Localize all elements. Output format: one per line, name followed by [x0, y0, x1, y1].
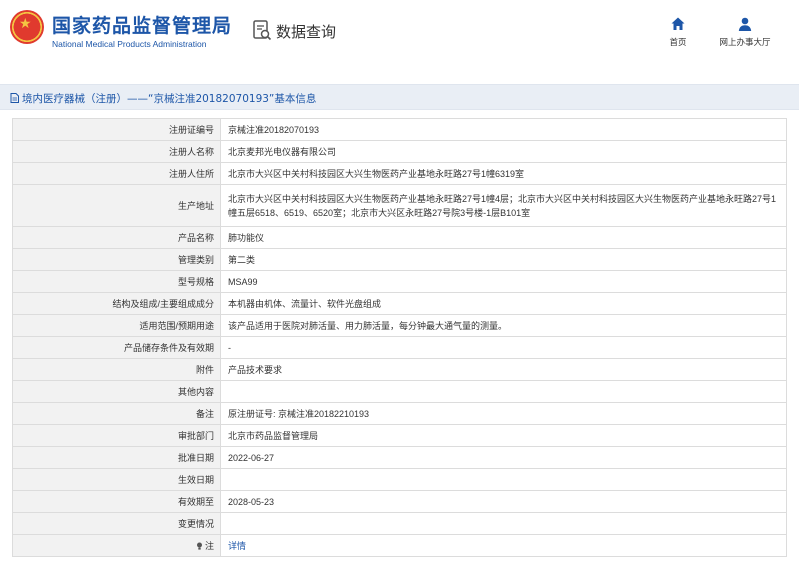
row-label-model-spec: 型号规格 [12, 270, 221, 293]
table-row: 批准日期 2022-06-27 [12, 446, 787, 469]
document-icon [10, 93, 19, 103]
row-label-other: 其他内容 [12, 380, 221, 403]
table-row: 结构及组成/主要组成成分 本机器由机体、流量计、软件光盘组成 [12, 292, 787, 315]
site-title: 国家药品监督管理局 [52, 15, 233, 37]
row-label-attachment: 附件 [12, 358, 221, 381]
table-row: 管理类别 第二类 [12, 248, 787, 271]
table-row: 审批部门 北京市药品监督管理局 [12, 424, 787, 447]
table-row: 其他内容 [12, 380, 787, 403]
user-icon [738, 17, 752, 31]
note-label-text: 注 [204, 540, 214, 551]
row-value-management-class: 第二类 [220, 248, 787, 271]
row-label-approval-dept: 审批部门 [12, 424, 221, 447]
table-row: 生产地址 北京市大兴区中关村科技园区大兴生物医药产业基地永旺路27号1幢4层；北… [12, 184, 787, 227]
row-value-registrant-address: 北京市大兴区中关村科技园区大兴生物医药产业基地永旺路27号1幢6319室 [220, 162, 787, 185]
row-value-model-spec: MSA99 [220, 270, 787, 293]
row-value-approval-dept: 北京市药品监督管理局 [220, 424, 787, 447]
device-detail-table: 注册证编号 京械注准20182070193 注册人名称 北京麦邦光电仪器有限公司… [12, 118, 787, 557]
row-label-remarks: 备注 [12, 402, 221, 425]
table-row: 附件 产品技术要求 [12, 358, 787, 381]
data-query-title: 数据查询 [276, 23, 337, 41]
row-label-intended-use: 适用范围/预期用途 [12, 314, 221, 337]
row-value-storage: - [220, 336, 787, 359]
row-label-management-class: 管理类别 [12, 248, 221, 271]
table-row: 型号规格 MSA99 [12, 270, 787, 293]
table-row: 适用范围/预期用途 该产品适用于医院对肺活量、用力肺活量，每分钟最大通气量的测量… [12, 314, 787, 337]
row-value-product-name: 肺功能仪 [220, 226, 787, 249]
table-row: 产品储存条件及有效期 - [12, 336, 787, 359]
nav-online-hall-label: 网上办事大厅 [719, 37, 771, 47]
table-row: 生效日期 [12, 468, 787, 491]
row-label-registration-number: 注册证编号 [12, 118, 221, 141]
row-value-effective-date [220, 468, 787, 491]
row-value-other [220, 380, 787, 403]
nav-home-link[interactable]: 首页 [662, 16, 694, 48]
row-label-registrant-name: 注册人名称 [12, 140, 221, 163]
table-row: 注册人名称 北京麦邦光电仪器有限公司 [12, 140, 787, 163]
row-label-approval-date: 批准日期 [12, 446, 221, 469]
row-value-note: 详情 [220, 534, 787, 557]
row-label-registrant-address: 注册人住所 [12, 162, 221, 185]
table-row: 变更情况 [12, 512, 787, 535]
breadcrumb-text: 境内医疗器械（注册）——“京械注准20182070193”基本信息 [22, 93, 317, 105]
table-row: 产品名称 肺功能仪 [12, 226, 787, 249]
table-row: 注册人住所 北京市大兴区中关村科技园区大兴生物医药产业基地永旺路27号1幢631… [12, 162, 787, 185]
row-value-structure: 本机器由机体、流量计、软件光盘组成 [220, 292, 787, 315]
row-label-change-history: 变更情况 [12, 512, 221, 535]
row-value-remarks: 原注册证号: 京械注准20182210193 [220, 402, 787, 425]
row-value-registration-number: 京械注准20182070193 [220, 118, 787, 141]
lightbulb-icon [196, 542, 202, 550]
row-value-registrant-name: 北京麦邦光电仪器有限公司 [220, 140, 787, 163]
row-label-production-address: 生产地址 [12, 184, 221, 227]
row-label-effective-date: 生效日期 [12, 468, 221, 491]
row-value-attachment: 产品技术要求 [220, 358, 787, 381]
table-row: 注 详情 [12, 534, 787, 557]
table-row: 有效期至 2028-05-23 [12, 490, 787, 513]
site-subtitle: National Medical Products Administration [52, 39, 207, 49]
row-label-structure: 结构及组成/主要组成成分 [12, 292, 221, 315]
breadcrumb: 境内医疗器械（注册）——“京械注准20182070193”基本信息 [0, 84, 799, 110]
data-query-icon [253, 20, 272, 41]
nav-online-hall-link[interactable]: 网上办事大厅 [712, 16, 778, 48]
table-row: 备注 原注册证号: 京械注准20182210193 [12, 402, 787, 425]
row-value-approval-date: 2022-06-27 [220, 446, 787, 469]
nav-home-label: 首页 [669, 37, 687, 47]
star-icon: ★ [19, 15, 32, 31]
details-link[interactable]: 详情 [228, 541, 246, 551]
home-icon [671, 17, 685, 30]
row-label-product-name: 产品名称 [12, 226, 221, 249]
row-value-intended-use: 该产品适用于医院对肺活量、用力肺活量，每分钟最大通气量的测量。 [220, 314, 787, 337]
row-value-valid-until: 2028-05-23 [220, 490, 787, 513]
row-label-storage: 产品储存条件及有效期 [12, 336, 221, 359]
site-header: ★ 国家药品监督管理局 National Medical Products Ad… [0, 0, 799, 62]
row-value-change-history [220, 512, 787, 535]
row-label-note: 注 [12, 534, 221, 557]
table-row: 注册证编号 京械注准20182070193 [12, 118, 787, 141]
national-emblem-logo: ★ [10, 10, 44, 44]
row-value-production-address: 北京市大兴区中关村科技园区大兴生物医药产业基地永旺路27号1幢4层；北京市大兴区… [220, 184, 787, 227]
row-label-valid-until: 有效期至 [12, 490, 221, 513]
